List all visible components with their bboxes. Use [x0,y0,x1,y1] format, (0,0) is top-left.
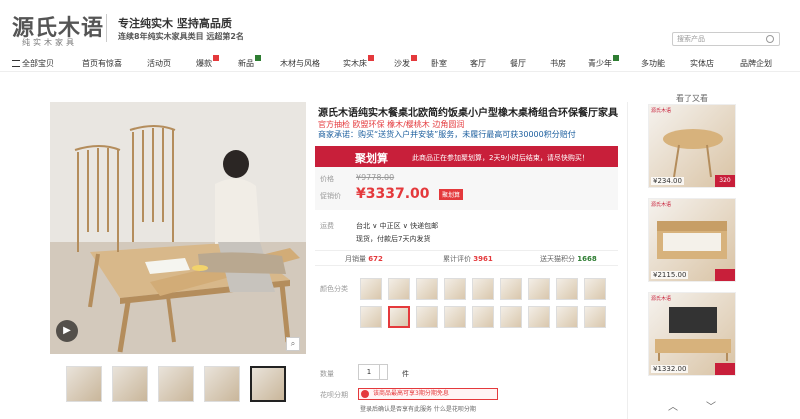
rec-brand: 源氏木语 [651,202,672,208]
rec-price: ¥2115.00 [651,271,689,279]
old-price-label: 价格 [320,175,334,183]
stat-monthly-sales: 月销量 672 [345,255,383,263]
zoom-icon: ⌕ [290,339,296,348]
rec-price: ¥234.00 [651,177,684,185]
color-option[interactable] [472,306,494,328]
nav-item-all[interactable]: 全部宝贝 [12,58,54,69]
color-option[interactable] [416,278,438,300]
color-option[interactable] [528,278,550,300]
brand-logo-sub: 纯实木家具 [22,38,77,47]
color-option[interactable] [556,306,578,328]
color-option[interactable] [472,278,494,300]
color-option-selected[interactable] [388,306,410,328]
color-option[interactable] [388,278,410,300]
rec-brand: 源氏木语 [651,108,672,114]
huabei-note[interactable]: 登录后确认是否享有此服务 什么是花呗分期 [360,404,476,413]
color-option[interactable] [556,278,578,300]
color-option[interactable] [528,306,550,328]
nav-badge [213,55,219,61]
nav-item-multi[interactable]: 多功能 [641,58,665,69]
thumbnail-selected[interactable] [250,366,286,402]
quantity-stepper[interactable] [380,364,388,380]
qty-label: 数量 [320,370,334,378]
nav-badge [613,55,619,61]
rec-tag [715,363,735,375]
nav-item-wood-style[interactable]: 木材与风格 [280,58,320,69]
nav-item-dining[interactable]: 餐厅 [510,58,526,69]
merchant-promise[interactable]: 商家承诺：购买“送货入户并安装”服务，未履行最高可获30000积分赔付 [318,129,576,140]
thumbnail[interactable] [158,366,194,402]
huabei-icon [361,390,369,398]
slogan-sub: 连续8年纯实木家具类目 远超第2名 [118,32,244,41]
shipping-location-select[interactable]: 台北 ∨ 中正区 ∨ 快递包邮 [356,221,438,231]
rec-price: ¥1332.00 [651,365,689,373]
color-option[interactable] [584,306,606,328]
thumbnail[interactable] [204,366,240,402]
stock-status: 现货，付款后7天内发货 [356,235,431,243]
search-input[interactable]: 搜索产品 [672,32,780,46]
color-option[interactable] [360,278,382,300]
nav-item-new[interactable]: 新品 [238,55,261,69]
color-option[interactable] [444,278,466,300]
nav-item-brand[interactable]: 品牌企划 [740,58,772,69]
juhuasuan-logo: 聚划算 [355,152,388,165]
search-icon[interactable] [766,35,774,43]
slogan-main: 专注纯实木 坚持高品质 [118,17,232,30]
thumbnail[interactable] [66,366,102,402]
rec-prev-arrow[interactable]: ︿ [668,398,678,413]
rec-next-arrow[interactable]: ﹀ [706,398,716,413]
shipping-label: 运费 [320,222,334,230]
qty-unit: 件 [402,370,409,378]
dining-scene-illustration [50,102,306,354]
new-price-label: 促销价 [320,192,341,200]
nav-item-activity[interactable]: 活动页 [147,58,171,69]
menu-icon [12,60,20,67]
search-placeholder: 搜索产品 [677,35,705,43]
huabei-label: 花呗分期 [320,391,348,399]
promo-price: ¥3337.00 [356,186,430,202]
nav-badge [411,55,417,61]
nav-item-living[interactable]: 客厅 [470,58,486,69]
nav-item-bedroom[interactable]: 卧室 [431,58,447,69]
logo-divider [106,14,107,42]
recommend-heading: 看了又看 [676,94,708,103]
recommend-item[interactable]: 源氏木语 ¥234.00 320 [648,104,736,188]
stat-points: 送天猫积分 1668 [540,255,597,263]
nav-item-youth[interactable]: 青少年 [588,55,619,69]
zoom-button[interactable]: ⌕ [286,337,300,351]
nav-badge [368,55,374,61]
nav-item-study[interactable]: 书房 [550,58,566,69]
color-option[interactable] [500,306,522,328]
stat-reviews[interactable]: 累计评价 3961 [443,254,493,264]
rec-tag [715,269,735,281]
main-nav: 全部宝贝 首页有惊喜 活动页 爆款 新品 木材与风格 实木床 沙发 卧室 客厅 … [0,54,800,72]
price-tag: 聚划算 [439,189,464,200]
color-option[interactable] [360,306,382,328]
nav-badge [255,55,261,61]
huabei-offer[interactable]: 该商品最高可享3期分期免息 [358,388,498,400]
color-option[interactable] [416,306,438,328]
play-icon: ▶ [63,325,71,336]
thumbnail[interactable] [112,366,148,402]
rec-brand: 源氏木语 [651,296,672,302]
product-title: 源氏木语纯实木餐桌北欧简约饭桌小户型橡木桌椅组合环保餐厅家具 [318,108,618,119]
column-divider [627,102,628,419]
rec-tag: 320 [715,175,735,187]
recommend-item[interactable]: 源氏木语 ¥2115.00 [648,198,736,282]
quantity-input[interactable]: 1 [358,364,380,380]
nav-item-store[interactable]: 实体店 [690,58,714,69]
nav-item-sofa[interactable]: 沙发 [394,55,417,69]
product-main-image[interactable] [50,102,306,354]
recommend-item[interactable]: 源氏木语 ¥1332.00 [648,292,736,376]
color-option[interactable] [444,306,466,328]
promo-text: 此商品正在参加聚划算，2天9小时后结束，请尽快购买！ [412,154,589,162]
nav-item-hot[interactable]: 爆款 [196,55,219,69]
color-option[interactable] [584,278,606,300]
color-option[interactable] [500,278,522,300]
nav-item-bed[interactable]: 实木床 [343,55,374,69]
old-price: ¥9778.00 [356,173,395,182]
nav-item-home[interactable]: 首页有惊喜 [82,58,122,69]
color-label: 颜色分类 [320,285,348,293]
play-video-button[interactable]: ▶ [56,320,78,342]
